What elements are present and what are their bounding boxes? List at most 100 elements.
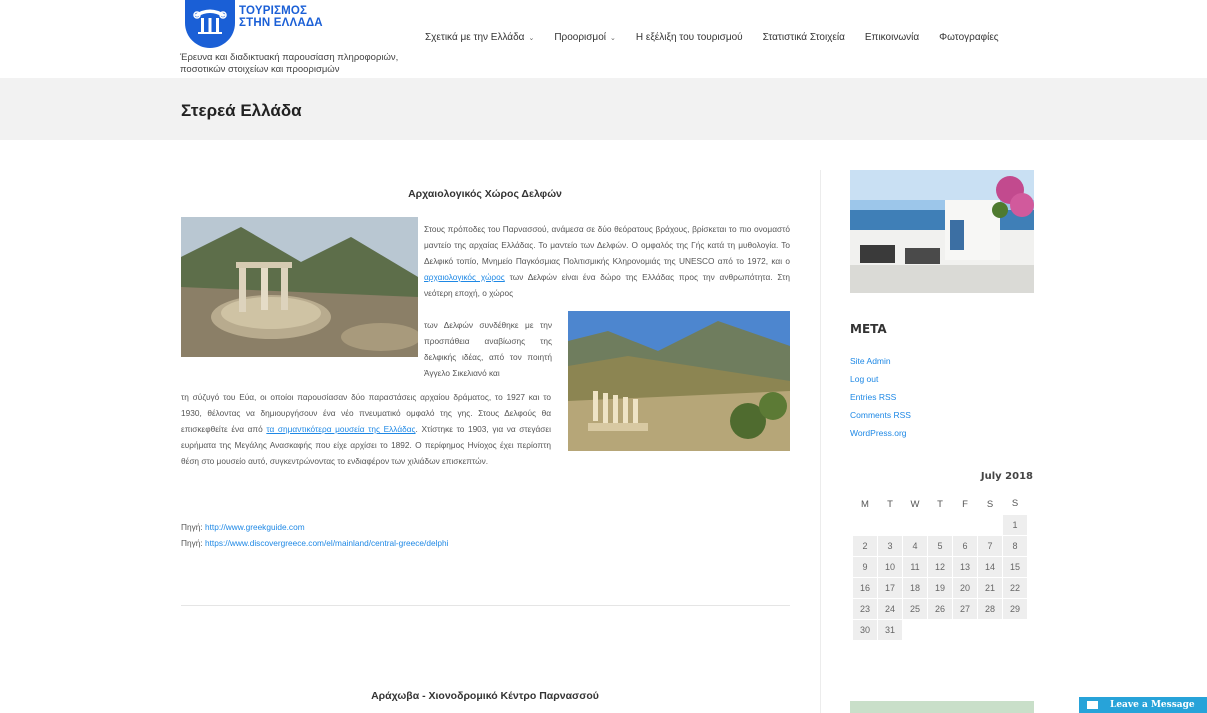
- calendar-empty-cell: [978, 619, 1003, 640]
- calendar-day: 11: [902, 555, 928, 578]
- source-line-1: Πηγή: http://www.greekguide.com: [181, 519, 449, 535]
- calendar-day: 18: [902, 576, 928, 599]
- calendar-weekdays: M T W T F S S: [853, 494, 1028, 514]
- meta-widget-title: META: [850, 322, 887, 336]
- logo-line-1: ΤΟΥΡΙΣΜΟΣ: [239, 5, 308, 17]
- sidebar-divider: [820, 170, 821, 713]
- chevron-down-icon: ⌄: [528, 34, 535, 42]
- calendar-empty-cell: [853, 514, 878, 535]
- calendar-day: 23: [852, 597, 878, 620]
- calendar-day: 7: [977, 534, 1003, 557]
- calendar-empty-cell: [878, 514, 903, 535]
- calendar-week: 1: [853, 513, 1028, 536]
- entries-rss-link[interactable]: Entries RSS: [850, 392, 896, 402]
- list-item: WordPress.org: [850, 424, 911, 442]
- calendar-day: 28: [977, 597, 1003, 620]
- calendar-week: 9 10 11 12 13 14 15: [852, 555, 1028, 578]
- nav-contact[interactable]: Επικοινωνία: [865, 32, 919, 43]
- main-nav: Σχετικά με την Ελλάδα ⌄ Προορισμοί ⌄ Η εξέ…: [425, 32, 1019, 43]
- leave-message-button[interactable]: Leave a Message: [1079, 697, 1207, 713]
- weekday-header: S: [986, 498, 994, 510]
- calendar-caption: July 2018: [980, 471, 1033, 482]
- nav-statistics[interactable]: Στατιστικά Στοιχεία: [763, 32, 845, 43]
- nav-tourism-evolution[interactable]: Η εξέλιξη του τουρισμού: [636, 32, 743, 43]
- calendar-day: 5: [927, 534, 953, 557]
- calendar-empty-cell: [1003, 619, 1028, 640]
- calendar-day: 15: [1002, 555, 1028, 578]
- site-logo[interactable]: ΤΟΥΡΙΣΜΟΣ ΣΤΗΝ ΕΛΛΑΔΑ Έρευνα και διαδικτ…: [180, 0, 423, 78]
- article-sources: Πηγή: http://www.greekguide.com Πηγή: ht…: [181, 519, 449, 551]
- calendar-day: 12: [927, 555, 953, 578]
- source-link-discovergreece[interactable]: https://www.discovergreece.com/el/mainla…: [205, 538, 449, 548]
- meta-links: Site Admin Log out Entries RSS Comments …: [850, 352, 911, 442]
- site-header: ΤΟΥΡΙΣΜΟΣ ΣΤΗΝ ΕΛΛΑΔΑ Έρευνα και διαδικτ…: [0, 0, 1207, 78]
- nav-label: Επικοινωνία: [864, 32, 920, 43]
- chat-label: Leave a Message: [1110, 700, 1195, 710]
- calendar-day: 22: [1002, 576, 1028, 599]
- calendar-day: 14: [977, 555, 1003, 578]
- weekday-header: M: [861, 498, 869, 510]
- next-article-title: Αράχωβα - Χιονοδρομικό Κέντρο Παρνασσού: [371, 690, 599, 702]
- comments-rss-link[interactable]: Comments RSS: [850, 410, 911, 420]
- calendar-day: 17: [877, 576, 903, 599]
- calendar-day: 10: [877, 555, 903, 578]
- weekday-header: S: [1011, 498, 1019, 510]
- calendar-day: 19: [927, 576, 953, 599]
- nav-label: Φωτογραφίες: [939, 32, 999, 43]
- list-item: Comments RSS: [850, 406, 911, 424]
- calendar-week: 23 24 25 26 27 28 29: [852, 597, 1028, 620]
- calendar-day: 30: [852, 618, 878, 641]
- wordpress-org-link[interactable]: WordPress.org: [850, 428, 907, 438]
- calendar-day: 26: [927, 597, 953, 620]
- calendar-empty-cell: [978, 514, 1003, 535]
- source-line-2: Πηγή: https://www.discovergreece.com/el/…: [181, 535, 449, 551]
- museums-link[interactable]: τα σημαντικότερα μουσεία της Ελλάδας: [266, 424, 415, 434]
- calendar-day: 31: [877, 618, 903, 641]
- calendar-day: 9: [852, 555, 878, 578]
- calendar-day: 13: [952, 555, 978, 578]
- calendar-day: 2: [852, 534, 878, 557]
- site-tagline: Έρευνα και διαδικτυακή παρουσίαση πληροφ…: [180, 52, 399, 75]
- calendar-day: 20: [952, 576, 978, 599]
- envelope-icon: [1087, 701, 1098, 709]
- calendar-empty-cell: [903, 619, 928, 640]
- list-item: Entries RSS: [850, 388, 911, 406]
- nav-destinations[interactable]: Προορισμοί ⌄: [554, 32, 616, 43]
- calendar-widget: M T W T F S S 1 2 3 4 5 6 7 8 9 10 11 12 13 14 15 16 17 1…: [852, 494, 1028, 641]
- delphi-temple-image: [568, 311, 790, 451]
- list-item: Log out: [850, 370, 911, 388]
- calendar-day: 16: [852, 576, 878, 599]
- map-image: [850, 701, 1034, 713]
- calendar-empty-cell: [953, 619, 978, 640]
- calendar-week: 16 17 18 19 20 21 22: [852, 576, 1028, 599]
- site-admin-link[interactable]: Site Admin: [850, 356, 891, 366]
- calendar-day: 1: [1002, 513, 1028, 536]
- log-out-link[interactable]: Log out: [850, 374, 878, 384]
- calendar-day: 24: [877, 597, 903, 620]
- paragraph-text: Στους πρόποδες του Παρνασσού, ανάμεσα σε…: [424, 224, 790, 266]
- calendar-day: 6: [952, 534, 978, 557]
- article-title: Αρχαιολογικός Χώρος Δελφών: [408, 188, 562, 200]
- page-title: Στερεά Ελλάδα: [181, 101, 302, 120]
- article-divider: [181, 605, 790, 606]
- logo-title: ΤΟΥΡΙΣΜΟΣ ΣΤΗΝ ΕΛΛΑΔΑ: [239, 5, 323, 29]
- weekday-header: W: [910, 498, 920, 510]
- article-paragraph-3: τη σύζυγό του Εύα, οι οποίοι παρουσίασαν…: [181, 389, 551, 469]
- calendar-empty-cell: [928, 514, 953, 535]
- calendar-day: 25: [902, 597, 928, 620]
- weekday-header: T: [937, 498, 943, 510]
- nav-photos[interactable]: Φωτογραφίες: [939, 32, 998, 43]
- calendar-day: 27: [952, 597, 978, 620]
- calendar-week: 2345678: [852, 534, 1028, 557]
- nav-about-greece[interactable]: Σχετικά με την Ελλάδα ⌄: [425, 32, 534, 43]
- calendar-day: 8: [1002, 534, 1028, 557]
- calendar-week: 30 31: [852, 618, 1028, 641]
- weekday-header: F: [962, 498, 968, 510]
- source-label: Πηγή:: [181, 522, 203, 532]
- calendar-day: 3: [877, 534, 903, 557]
- calendar-empty-cell: [928, 619, 953, 640]
- source-link-greekguide[interactable]: http://www.greekguide.com: [205, 522, 305, 532]
- santorini-image: [850, 170, 1034, 293]
- archaeological-site-link[interactable]: αρχαιολογικός χώρος: [424, 272, 505, 282]
- chevron-down-icon: ⌄: [609, 34, 616, 42]
